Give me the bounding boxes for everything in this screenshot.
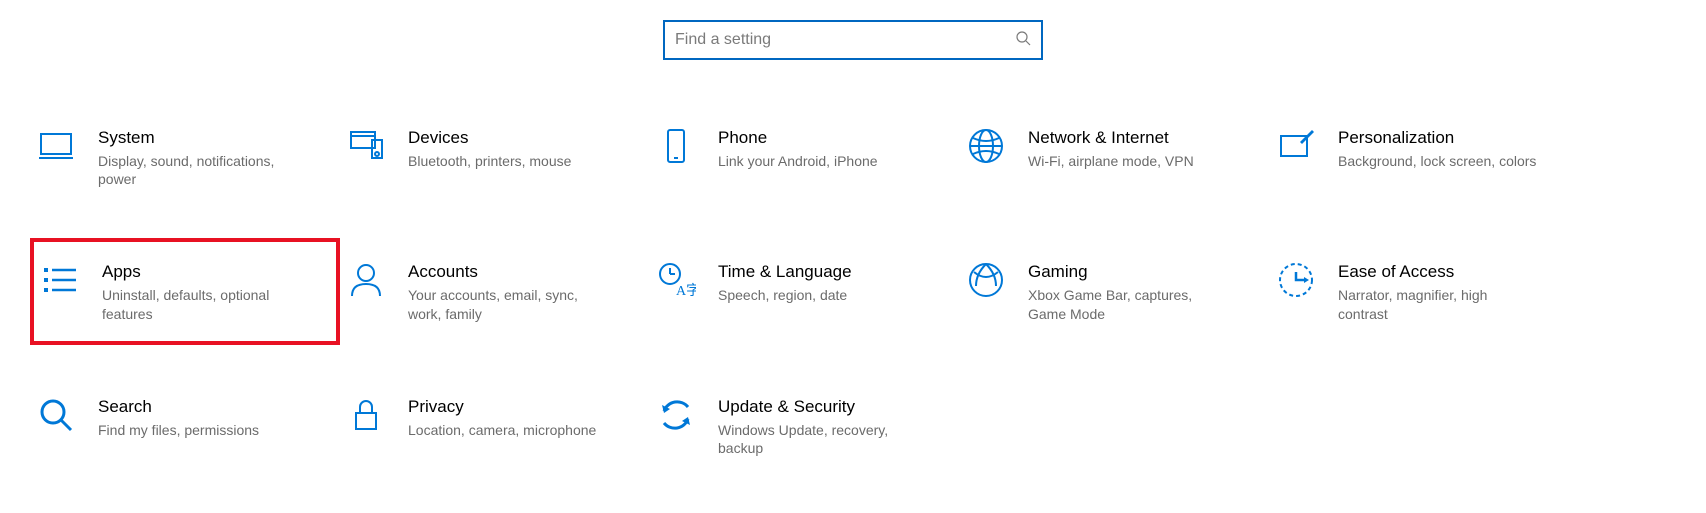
- tile-update[interactable]: Update & Security Windows Update, recove…: [650, 389, 960, 463]
- search-box[interactable]: [663, 20, 1043, 60]
- tile-desc: Bluetooth, printers, mouse: [408, 152, 608, 170]
- lock-icon: [346, 395, 386, 435]
- tile-desc: Link your Android, iPhone: [718, 152, 918, 170]
- accounts-icon: [346, 260, 386, 300]
- gaming-icon: [966, 260, 1006, 300]
- tile-system[interactable]: System Display, sound, notifications, po…: [30, 120, 340, 194]
- tile-desc: Location, camera, microphone: [408, 421, 608, 439]
- tile-title: Time & Language: [718, 262, 950, 282]
- tile-title: Update & Security: [718, 397, 950, 417]
- tile-phone[interactable]: Phone Link your Android, iPhone: [650, 120, 960, 194]
- tile-title: Privacy: [408, 397, 640, 417]
- tile-desc: Narrator, magnifier, high contrast: [1338, 286, 1538, 322]
- tile-desc: Background, lock screen, colors: [1338, 152, 1538, 170]
- tile-desc: Speech, region, date: [718, 286, 918, 304]
- search-input[interactable]: [675, 31, 1015, 49]
- settings-grid: System Display, sound, notifications, po…: [0, 120, 1706, 463]
- tile-ease[interactable]: Ease of Access Narrator, magnifier, high…: [1270, 254, 1580, 328]
- tile-desc: Your accounts, email, sync, work, family: [408, 286, 608, 322]
- update-icon: [656, 395, 696, 435]
- tile-title: Accounts: [408, 262, 640, 282]
- search-icon: [1015, 30, 1031, 51]
- tile-title: Devices: [408, 128, 640, 148]
- system-icon: [36, 126, 76, 166]
- tile-time[interactable]: A字 Time & Language Speech, region, date: [650, 254, 960, 328]
- tile-title: Personalization: [1338, 128, 1570, 148]
- tile-search[interactable]: Search Find my files, permissions: [30, 389, 340, 463]
- tile-title: Apps: [102, 262, 326, 282]
- globe-icon: [966, 126, 1006, 166]
- tile-desc: Wi-Fi, airplane mode, VPN: [1028, 152, 1228, 170]
- apps-icon: [40, 260, 80, 300]
- tile-title: Network & Internet: [1028, 128, 1260, 148]
- tile-desc: Display, sound, notifications, power: [98, 152, 298, 188]
- tile-desc: Xbox Game Bar, captures, Game Mode: [1028, 286, 1228, 322]
- ease-of-access-icon: [1276, 260, 1316, 300]
- tile-desc: Windows Update, recovery, backup: [718, 421, 918, 457]
- tile-network[interactable]: Network & Internet Wi-Fi, airplane mode,…: [960, 120, 1270, 194]
- tile-personalization[interactable]: Personalization Background, lock screen,…: [1270, 120, 1580, 194]
- tile-accounts[interactable]: Accounts Your accounts, email, sync, wor…: [340, 254, 650, 328]
- tile-desc: Uninstall, defaults, optional features: [102, 286, 302, 322]
- tile-title: Search: [98, 397, 330, 417]
- magnifier-icon: [36, 395, 76, 435]
- tile-apps[interactable]: Apps Uninstall, defaults, optional featu…: [30, 238, 340, 344]
- tile-devices[interactable]: Devices Bluetooth, printers, mouse: [340, 120, 650, 194]
- personalization-icon: [1276, 126, 1316, 166]
- tile-gaming[interactable]: Gaming Xbox Game Bar, captures, Game Mod…: [960, 254, 1270, 328]
- tile-privacy[interactable]: Privacy Location, camera, microphone: [340, 389, 650, 463]
- tile-title: Phone: [718, 128, 950, 148]
- time-language-icon: A字: [656, 260, 696, 300]
- svg-text:A字: A字: [676, 283, 696, 299]
- phone-icon: [656, 126, 696, 166]
- tile-title: Ease of Access: [1338, 262, 1570, 282]
- tile-title: Gaming: [1028, 262, 1260, 282]
- tile-title: System: [98, 128, 330, 148]
- tile-desc: Find my files, permissions: [98, 421, 298, 439]
- devices-icon: [346, 126, 386, 166]
